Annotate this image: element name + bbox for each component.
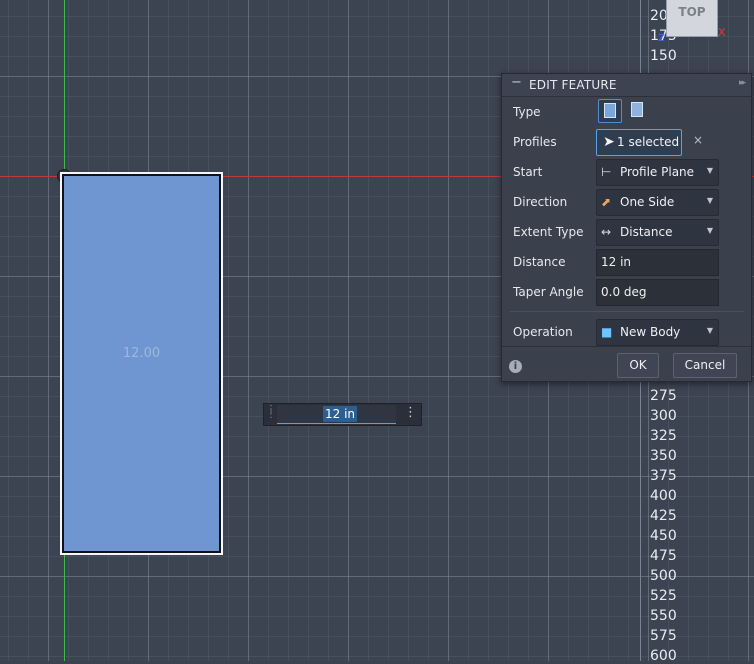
distance-field-value[interactable]: 12 in xyxy=(601,255,631,269)
solid-extrude-icon xyxy=(604,103,616,118)
start-label: Start xyxy=(513,165,543,179)
direction-value: One Side xyxy=(620,195,675,209)
view-cube[interactable]: TOP xyxy=(666,0,718,37)
view-cube-z-axis: Z xyxy=(658,33,665,44)
operation-label: Operation xyxy=(513,325,573,339)
start-row: Start ⊢ Profile Plane ▼ xyxy=(502,158,751,186)
profiles-label: Profiles xyxy=(513,135,557,149)
direction-row: Direction ⬈ One Side ▼ xyxy=(502,188,751,216)
distance-manipulator-input[interactable]: ⋮ ⋮ 12 in ⋮ xyxy=(263,403,422,426)
edit-feature-panel: − EDIT FEATURE ▸▸ Type Profiles ➤ 1 sele… xyxy=(501,73,752,382)
ruler-tick: 150 xyxy=(650,48,677,64)
ruler-tick: 300 xyxy=(650,408,677,424)
drag-handle-icon[interactable]: ⋮ ⋮ xyxy=(266,405,276,422)
ruler-tick: 550 xyxy=(650,608,677,624)
view-cube-x-axis: X xyxy=(718,26,726,39)
start-dropdown[interactable]: ⊢ Profile Plane ▼ xyxy=(596,159,719,186)
ruler-tick: 475 xyxy=(650,548,677,564)
distance-row: Distance 12 in xyxy=(502,248,751,276)
taper-angle-value[interactable]: 0.0 deg xyxy=(601,285,647,299)
chevron-down-icon: ▼ xyxy=(706,166,713,175)
info-icon[interactable]: i xyxy=(509,360,522,373)
extent-type-dropdown[interactable]: ↔ Distance ▼ xyxy=(596,219,719,246)
ruler-tick: 575 xyxy=(650,628,677,644)
extent-type-row: Extent Type ↔ Distance ▼ xyxy=(502,218,751,246)
extent-type-label: Extent Type xyxy=(513,225,584,239)
operation-dropdown[interactable]: ■ New Body ▼ xyxy=(596,319,719,346)
taper-angle-row: Taper Angle 0.0 deg xyxy=(502,278,751,306)
type-label: Type xyxy=(513,105,541,119)
extent-type-value: Distance xyxy=(620,225,673,239)
more-vertical-icon[interactable]: ⋮ xyxy=(404,405,417,420)
ruler-tick: 600 xyxy=(650,648,677,664)
start-value: Profile Plane xyxy=(620,165,695,179)
distance-field[interactable]: 12 in xyxy=(596,249,719,276)
profiles-select-button[interactable]: ➤ 1 selected xyxy=(596,129,682,156)
profiles-selected-text: 1 selected xyxy=(617,135,680,149)
sketch-profile-rectangle[interactable]: 12.00 xyxy=(60,172,223,555)
clear-selection-icon[interactable]: × xyxy=(693,133,703,147)
taper-angle-field[interactable]: 0.0 deg xyxy=(596,279,719,306)
chevron-down-icon: ▼ xyxy=(706,196,713,205)
ruler-tick: 350 xyxy=(650,448,677,464)
panel-footer: i OK Cancel xyxy=(502,346,751,382)
cursor-arrow-icon: ➤ xyxy=(603,134,615,150)
extrude-solid-type-button[interactable] xyxy=(598,99,622,123)
profiles-row: Profiles ➤ 1 selected × xyxy=(502,128,751,156)
distance-value-text[interactable]: 12 in xyxy=(323,406,358,422)
ruler-tick: 525 xyxy=(650,588,677,604)
ruler-tick: 375 xyxy=(650,468,677,484)
ruler-tick: 425 xyxy=(650,508,677,524)
panel-title: EDIT FEATURE xyxy=(529,78,617,92)
panel-divider xyxy=(510,311,744,312)
distance-value-field[interactable]: 12 in xyxy=(277,405,396,424)
direction-label: Direction xyxy=(513,195,568,209)
operation-value: New Body xyxy=(620,325,681,339)
extrude-surface-type-button[interactable] xyxy=(626,99,648,121)
expand-icon[interactable]: ▸▸ xyxy=(739,78,746,88)
panel-header[interactable]: − EDIT FEATURE ▸▸ xyxy=(502,74,751,97)
type-row: Type xyxy=(502,98,751,126)
surface-extrude-icon xyxy=(631,102,643,117)
one-side-icon: ⬈ xyxy=(601,195,612,209)
sketch-dimension-label[interactable]: 12.00 xyxy=(62,346,221,361)
distance-label: Distance xyxy=(513,255,566,269)
operation-row: Operation ■ New Body ▼ xyxy=(502,318,751,346)
collapse-icon[interactable]: − xyxy=(511,75,522,90)
chevron-down-icon: ▼ xyxy=(706,226,713,235)
ruler-tick: 275 xyxy=(650,388,677,404)
distance-icon: ↔ xyxy=(601,225,612,239)
new-body-icon: ■ xyxy=(601,325,613,339)
ok-button[interactable]: OK xyxy=(617,353,659,378)
ruler-tick: 500 xyxy=(650,568,677,584)
profile-plane-icon: ⊢ xyxy=(601,165,612,179)
taper-angle-label: Taper Angle xyxy=(513,285,584,299)
chevron-down-icon: ▼ xyxy=(706,326,713,335)
cancel-button[interactable]: Cancel xyxy=(673,353,737,378)
ruler-tick: 400 xyxy=(650,488,677,504)
ruler-tick: 450 xyxy=(650,528,677,544)
direction-dropdown[interactable]: ⬈ One Side ▼ xyxy=(596,189,719,216)
ruler-tick: 325 xyxy=(650,428,677,444)
